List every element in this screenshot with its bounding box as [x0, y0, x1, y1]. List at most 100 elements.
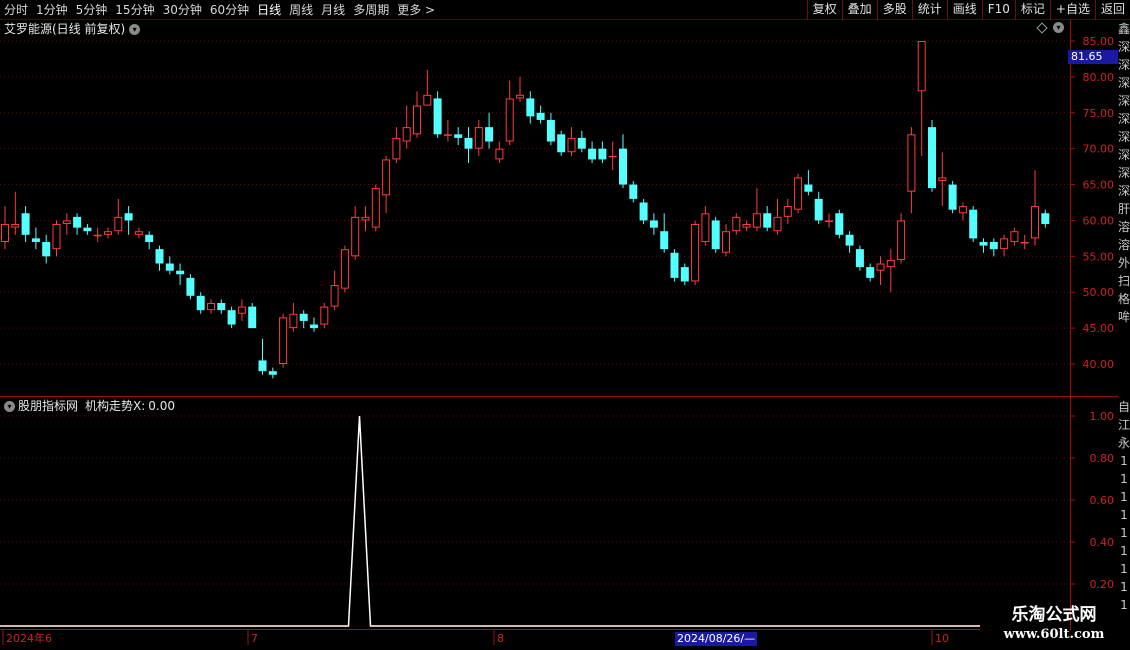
- watermark-line2: www.60lt.com: [1003, 627, 1105, 642]
- candle-body-down: [536, 112, 545, 120]
- indicator-source-title: 股朋指标网: [18, 399, 79, 413]
- candle-body-up: [917, 41, 926, 92]
- price-axis-label: 40.00: [1083, 358, 1115, 371]
- cursor-date-badge: 2024/08/26/—: [675, 632, 758, 646]
- side-strip-char: 1: [1120, 490, 1128, 504]
- candle-body-down: [186, 277, 195, 296]
- chevron-down-icon[interactable]: ▾: [129, 23, 141, 35]
- candle-body-down: [577, 137, 586, 149]
- indicator-line: [0, 415, 980, 627]
- candle-body-up: [752, 213, 761, 228]
- candle-body-down: [711, 220, 720, 250]
- stock-title: 艾罗能源(日线 前复权): [4, 22, 126, 36]
- candle-body-down: [835, 213, 844, 235]
- candle-body-down: [155, 249, 164, 264]
- candle-body-up: [320, 306, 329, 325]
- candle-body-down: [196, 295, 205, 311]
- candle-body-down: [989, 241, 998, 250]
- indicator-axis-label: 0.20: [1090, 578, 1115, 591]
- indicator-name: 机构走势X:: [85, 399, 146, 413]
- candle-body-up: [876, 263, 885, 271]
- candle-body-down: [855, 249, 864, 268]
- candle-body-down: [73, 216, 82, 228]
- candle-body-down: [588, 148, 597, 160]
- candle-body-up: [886, 259, 895, 268]
- side-strip-char: 溶: [1118, 238, 1130, 252]
- candle-body-up: [371, 188, 380, 228]
- chevron-down-icon-right[interactable]: ▾: [1053, 22, 1064, 33]
- candle-body-up: [742, 224, 751, 228]
- candle-body-down: [464, 137, 473, 149]
- candle-body-down: [454, 134, 463, 138]
- candle-body-up: [114, 216, 123, 232]
- main-panel-header: 艾罗能源(日线 前复权) ▾: [4, 21, 141, 37]
- price-axis-label: 65.00: [1083, 179, 1115, 192]
- candle-body-up: [289, 313, 298, 329]
- side-strip-char: 1: [1120, 526, 1128, 540]
- candle-body-down: [629, 184, 638, 199]
- price-axis-label: 45.00: [1083, 322, 1115, 335]
- candle-body-up: [897, 220, 906, 260]
- side-strip-char: 1: [1120, 454, 1128, 468]
- candle-body-down: [649, 220, 658, 228]
- candle-body-down: [969, 209, 978, 239]
- candle-body-down: [21, 213, 30, 235]
- candle-body-down: [814, 198, 823, 221]
- side-strip-char: 深: [1118, 40, 1130, 54]
- candle-body-down: [145, 234, 154, 242]
- watermark: 乐淘公式网 www.60lt.com: [985, 604, 1123, 648]
- chevron-down-icon-indicator[interactable]: ▾: [4, 400, 15, 412]
- candle-body-down: [928, 127, 936, 189]
- candle-body-down: [248, 306, 257, 329]
- candle-body-up: [722, 231, 730, 253]
- candle-body-up: [608, 155, 617, 158]
- candle-body-down: [83, 227, 92, 232]
- candle-body-up: [134, 231, 143, 235]
- side-strip-char: 深: [1118, 166, 1130, 180]
- candle-body-down: [639, 202, 648, 221]
- candle-body-up: [474, 127, 483, 149]
- candle-body-up: [701, 213, 710, 242]
- candle-body-up: [773, 216, 782, 232]
- candle-body-up: [567, 137, 576, 153]
- candle-body-up: [1, 224, 9, 242]
- candle-body-up: [351, 216, 360, 257]
- candle-body-down: [268, 371, 277, 375]
- candle-body-up: [361, 216, 370, 221]
- candle-body-up: [402, 127, 411, 142]
- indicator-axis-label: 0.60: [1090, 494, 1115, 507]
- indicator-axis-label: 0.80: [1090, 452, 1115, 465]
- price-axis-label: 70.00: [1083, 143, 1115, 156]
- candle-body-down: [124, 213, 133, 221]
- candle-body-down: [433, 98, 442, 135]
- side-strip-char: 深: [1118, 130, 1130, 144]
- candle-body-up: [11, 224, 20, 228]
- side-strip-char: 深: [1118, 94, 1130, 108]
- candle-body-up: [794, 177, 803, 210]
- price-axis-label: 50.00: [1083, 286, 1115, 299]
- side-strip-char: 1: [1120, 580, 1128, 594]
- side-strip-char: 深: [1118, 184, 1130, 198]
- current-price-badge: 81.65: [1068, 50, 1118, 64]
- side-strip-char: 深: [1118, 58, 1130, 72]
- side-strip-char: 永: [1118, 436, 1130, 450]
- date-axis-label: 2024年6: [6, 631, 52, 645]
- side-strip-char: 溶: [1118, 220, 1130, 234]
- candle-body-up: [783, 206, 792, 217]
- side-strip-char: 深: [1118, 112, 1130, 126]
- candle-body-up: [443, 134, 452, 136]
- candle-body-up: [1031, 206, 1039, 239]
- candle-body-up: [340, 249, 349, 289]
- candle-body-down: [763, 213, 772, 228]
- side-strip-char: 1: [1120, 472, 1128, 486]
- candle-body-down: [42, 241, 51, 257]
- chart-canvas[interactable]: 85.0080.0075.0070.0065.0060.0055.0050.00…: [0, 0, 1130, 650]
- candle-body-down: [176, 270, 185, 275]
- side-strip-char: 哞: [1118, 310, 1130, 324]
- candle-body-up: [104, 231, 112, 235]
- date-axis-label: 10: [935, 632, 949, 645]
- candle-body-down: [557, 134, 566, 153]
- candle-body-down: [804, 184, 813, 192]
- candle-body-up: [938, 177, 947, 181]
- candle-body-down: [299, 313, 308, 321]
